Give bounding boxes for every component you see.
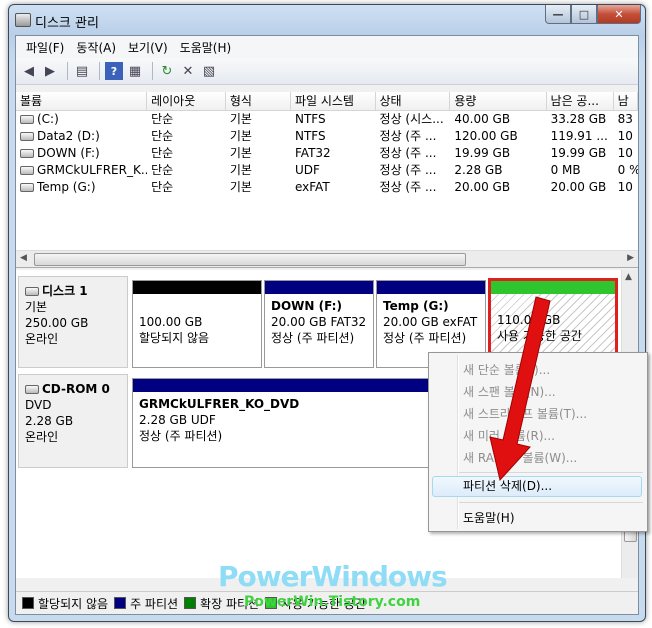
watermark-url: PowerWin.Tistory.com — [244, 594, 421, 610]
watermark-title: PowerWindows — [218, 560, 448, 593]
red-pointer-arrow-icon — [489, 296, 551, 482]
